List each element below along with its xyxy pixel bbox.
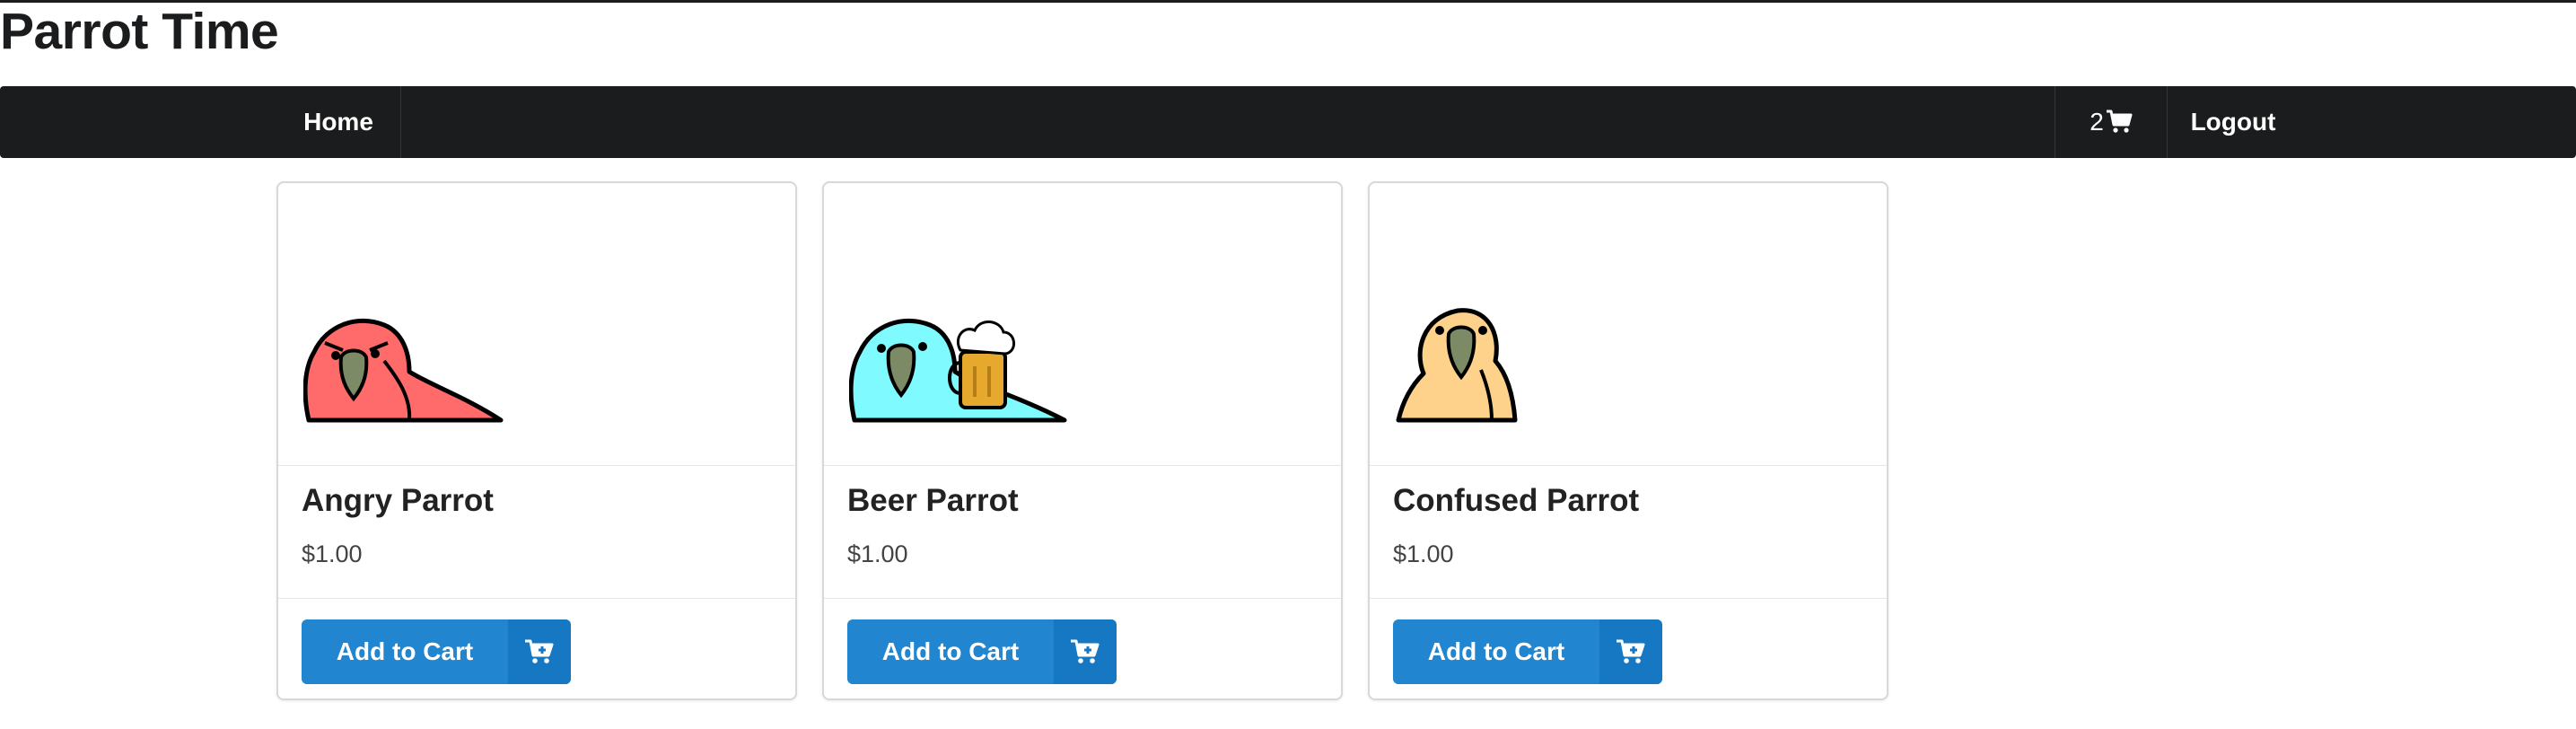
product-image	[278, 183, 795, 466]
cart-count: 2	[2090, 108, 2104, 136]
top-border	[0, 0, 2576, 3]
add-to-cart-button[interactable]: Add to Cart	[847, 619, 1117, 684]
cart-plus-icon	[1599, 619, 1662, 684]
cart-plus-icon	[508, 619, 571, 684]
add-to-cart-button[interactable]: Add to Cart	[302, 619, 571, 684]
menu-item-logout[interactable]: Logout	[2167, 86, 2300, 158]
product-price: $1.00	[847, 540, 908, 567]
confused-parrot-image	[1396, 308, 1518, 423]
angry-parrot-image	[303, 318, 504, 423]
beer-parrot-image	[849, 318, 1067, 423]
product-name: Confused Parrot	[1393, 483, 1640, 518]
shopping-cart-icon	[2106, 110, 2133, 133]
add-to-cart-label: Add to Cart	[336, 637, 474, 665]
add-to-cart-button[interactable]: Add to Cart	[1393, 619, 1662, 684]
product-price: $1.00	[302, 540, 363, 567]
product-image	[1370, 183, 1887, 466]
add-to-cart-label: Add to Cart	[1427, 637, 1565, 665]
menu-item-home[interactable]: Home	[276, 86, 401, 158]
top-menu: Home 2 Logout	[0, 86, 2576, 158]
product-name: Beer Parrot	[847, 483, 1019, 518]
product-card: Beer Parrot $1.00 Add to Cart	[822, 181, 1343, 700]
product-image	[824, 183, 1341, 466]
menu-item-cart[interactable]: 2	[2055, 86, 2168, 158]
add-to-cart-label: Add to Cart	[881, 637, 1020, 665]
product-name: Angry Parrot	[302, 483, 494, 518]
cart-plus-icon	[1054, 619, 1117, 684]
product-price: $1.00	[1393, 540, 1454, 567]
product-card: Confused Parrot $1.00 Add to Cart	[1368, 181, 1888, 700]
site-title: Parrot Time	[0, 3, 279, 60]
product-card: Angry Parrot $1.00 Add to Cart	[276, 181, 797, 700]
